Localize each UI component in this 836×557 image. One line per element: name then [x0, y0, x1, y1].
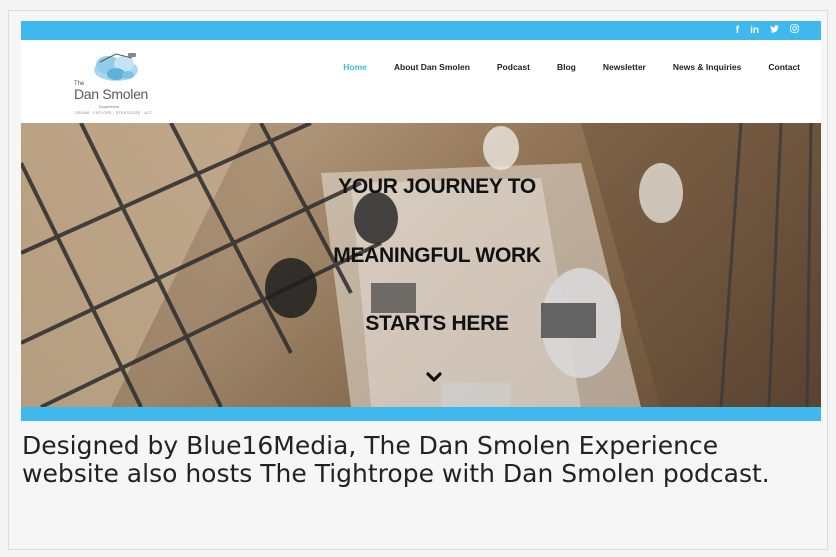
- chevron-down-icon[interactable]: [426, 372, 442, 383]
- nav-about[interactable]: About Dan Smolen: [394, 62, 470, 72]
- nav-podcast[interactable]: Podcast: [497, 62, 530, 72]
- instagram-icon[interactable]: [790, 21, 799, 40]
- bottom-bar: [21, 407, 821, 421]
- hero-heading-line-1: YOUR JOURNEY TO: [338, 175, 536, 198]
- nav-blog[interactable]: Blog: [557, 62, 576, 72]
- site-logo[interactable]: The Dan Smolen Experience DREAM · EXPLOR…: [71, 50, 161, 118]
- facebook-icon[interactable]: f: [736, 21, 739, 40]
- logo-name-text: Dan Smolen: [74, 86, 149, 102]
- image-caption: Designed by Blue16Media, The Dan Smolen …: [22, 431, 770, 488]
- social-links: f in: [736, 21, 799, 40]
- nav-news-inquiries[interactable]: News & Inquiries: [673, 62, 742, 72]
- main-nav: Home About Dan Smolen Podcast Blog Newsl…: [343, 40, 800, 94]
- nav-contact[interactable]: Contact: [768, 62, 800, 72]
- hero-heading-line-3: STARTS HERE: [365, 312, 509, 335]
- hero-banner: YOUR JOURNEY TO MEANINGFUL WORK STARTS H…: [21, 123, 821, 407]
- logo-tagline: DREAM · EXPLORE · STRATEGIZE · ACT: [75, 111, 153, 115]
- top-bar: f in: [21, 21, 821, 40]
- site-header: The Dan Smolen Experience DREAM · EXPLOR…: [21, 40, 821, 123]
- linkedin-icon[interactable]: in: [750, 21, 759, 40]
- nav-newsletter[interactable]: Newsletter: [603, 62, 646, 72]
- logo-subtitle: Experience: [99, 104, 120, 109]
- nav-home[interactable]: Home: [343, 62, 367, 72]
- hero-heading-line-2: MEANINGFUL WORK: [333, 244, 541, 267]
- website-preview: f in The Dan Smolen Experience DREAM · E…: [21, 21, 821, 421]
- logo-cloud-icon: [94, 53, 138, 81]
- twitter-icon[interactable]: [770, 21, 779, 40]
